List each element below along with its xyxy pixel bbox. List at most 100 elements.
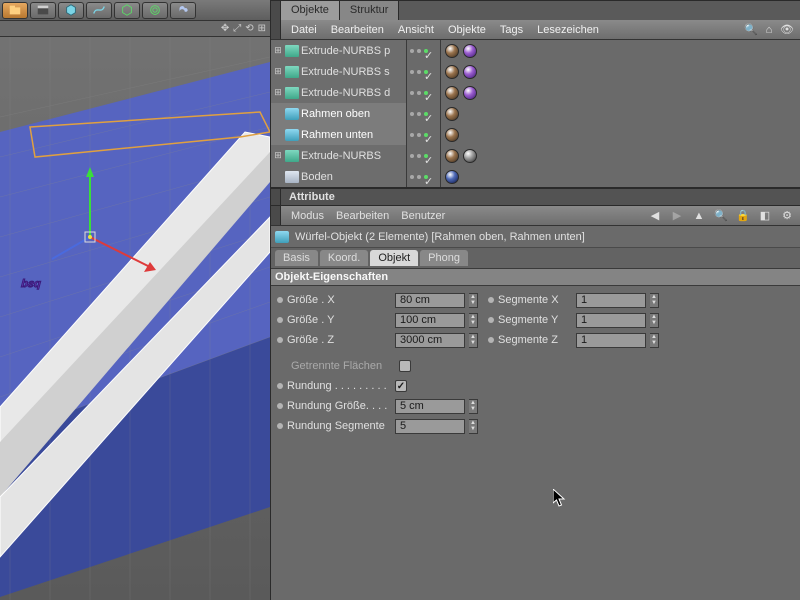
nurbs-icon [285,87,299,99]
hierarchy-label: Rahmen unten [301,129,373,141]
spinner-size-x[interactable]: ▲▼ [469,293,478,308]
nav-back-icon[interactable]: ◀ [648,209,662,223]
menu-benutzer[interactable]: Benutzer [401,210,445,222]
purple-tag-icon[interactable] [463,44,477,58]
generator-icon[interactable] [114,2,140,19]
tab-basis[interactable]: Basis [275,250,318,266]
menu-bearbeiten[interactable]: Bearbeiten [331,24,384,36]
field-size-x[interactable]: 80 cm [395,293,465,308]
visibility-toggles[interactable]: ✓ [407,103,440,124]
3d-viewport[interactable]: psd [0,37,270,600]
search-icon[interactable]: 🔍 [744,23,758,37]
spinner-seg-z[interactable]: ▲▼ [650,333,659,348]
attributes-menubar: Modus Bearbeiten Benutzer ◀ ▶ ▲ 🔍 🔒 ◧ ⚙ [271,206,800,226]
menu-objekte[interactable]: Objekte [448,24,486,36]
grey-tag-icon[interactable] [463,149,477,163]
field-seg-x[interactable]: 1 [576,293,646,308]
visibility-toggles[interactable]: ✓ [407,124,440,145]
new-icon[interactable]: ◧ [758,209,772,223]
tag-row [441,124,800,145]
menu-datei[interactable]: Datei [291,24,317,36]
label-size-x: Größe . X [287,294,391,306]
search-attr-icon[interactable]: 🔍 [714,209,728,223]
spinner-rundung-segmente[interactable]: ▲▼ [469,419,478,434]
spinner-rundung-groesse[interactable]: ▲▼ [469,399,478,414]
field-rundung-segmente[interactable]: 5 [395,419,465,434]
menu-ansicht[interactable]: Ansicht [398,24,434,36]
tab-objekte[interactable]: Objekte [281,1,340,20]
menu-lesezeichen[interactable]: Lesezeichen [537,24,599,36]
hierarchy-item[interactable]: ⊞Extrude-NURBS [271,145,406,166]
nav-up-icon[interactable]: ▲ [692,209,706,223]
hierarchy-item[interactable]: ⊞Extrude-NURBS p [271,40,406,61]
settings-icon[interactable]: ⚙ [780,209,794,223]
phong-tag-icon[interactable] [445,44,459,58]
zoom-icon[interactable]: ⤢ [233,23,241,34]
checkbox-sep-surf[interactable] [399,360,411,372]
tab-phong[interactable]: Phong [420,250,468,266]
deformer-icon[interactable] [142,2,168,19]
menu-modus[interactable]: Modus [291,210,324,222]
move-icon[interactable]: ✥ [221,23,229,34]
objects-tabs: Objekte Struktur [271,0,800,20]
objects-menubar: Datei Bearbeiten Ansicht Objekte Tags Le… [271,20,800,40]
field-seg-y[interactable]: 1 [576,313,646,328]
hierarchy-label: Rahmen oben [301,108,370,120]
spinner-seg-x[interactable]: ▲▼ [650,293,659,308]
hierarchy-label: Extrude-NURBS d [301,87,390,99]
phong-tag-icon[interactable] [445,86,459,100]
spinner-seg-y[interactable]: ▲▼ [650,313,659,328]
purple-tag-icon[interactable] [463,65,477,79]
nurbs-icon [285,150,299,162]
visibility-toggles[interactable]: ✓ [407,82,440,103]
attribute-tabs: Basis Koord. Objekt Phong [271,248,800,268]
label-seg-z: Segmente Z [498,334,572,346]
field-seg-z[interactable]: 1 [576,333,646,348]
visibility-toggles[interactable]: ✓ [407,166,440,187]
clapboard-icon[interactable] [30,2,56,19]
tab-koord[interactable]: Koord. [320,250,368,266]
cube-primitive-icon[interactable] [58,2,84,19]
phong-tag-icon[interactable] [445,149,459,163]
visibility-toggles[interactable]: ✓ [407,40,440,61]
field-size-z[interactable]: 3000 cm [395,333,465,348]
label-rundung-groesse: Rundung Größe. . . . [287,400,391,412]
hierarchy-item[interactable]: Rahmen unten [271,124,406,145]
folder-icon[interactable] [2,2,28,19]
menu-bearbeiten-attr[interactable]: Bearbeiten [336,210,389,222]
attributes-title: Attribute [281,191,335,203]
visibility-toggles[interactable]: ✓ [407,61,440,82]
field-size-y[interactable]: 100 cm [395,313,465,328]
rotate-icon[interactable]: ⟲ [245,23,253,34]
hierarchy-item[interactable]: ⊞Extrude-NURBS s [271,61,406,82]
spinner-size-y[interactable]: ▲▼ [469,313,478,328]
hierarchy-label: Extrude-NURBS s [301,66,390,78]
home-icon[interactable]: ⌂ [762,23,776,37]
checkbox-rundung[interactable] [395,380,407,392]
phong-tag-icon[interactable] [445,128,459,142]
label-seg-y: Segmente Y [498,314,572,326]
tag-row [441,61,800,82]
purple-tag-icon[interactable] [463,86,477,100]
spinner-size-z[interactable]: ▲▼ [469,333,478,348]
hierarchy-item[interactable]: ⊞Extrude-NURBS d [271,82,406,103]
navy-tag-icon[interactable] [445,170,459,184]
eye-icon[interactable]: 👁 [780,23,794,37]
phong-tag-icon[interactable] [445,107,459,121]
visibility-toggles[interactable]: ✓ [407,145,440,166]
main-toolbar [0,0,270,21]
phong-tag-icon[interactable] [445,65,459,79]
maximize-icon[interactable]: ⊞ [258,23,266,34]
nav-fwd-icon[interactable]: ▶ [670,209,684,223]
spline-icon[interactable] [86,2,112,19]
tag-row [441,103,800,124]
tab-objekt[interactable]: Objekt [370,250,418,266]
sky-icon[interactable] [170,2,196,19]
menu-tags[interactable]: Tags [500,24,523,36]
field-rundung-groesse[interactable]: 5 cm [395,399,465,414]
tab-struktur[interactable]: Struktur [340,1,400,20]
hierarchy-item[interactable]: Boden [271,166,406,187]
attributes-header: Attribute [271,188,800,206]
hierarchy-item[interactable]: Rahmen oben [271,103,406,124]
lock-icon[interactable]: 🔒 [736,209,750,223]
